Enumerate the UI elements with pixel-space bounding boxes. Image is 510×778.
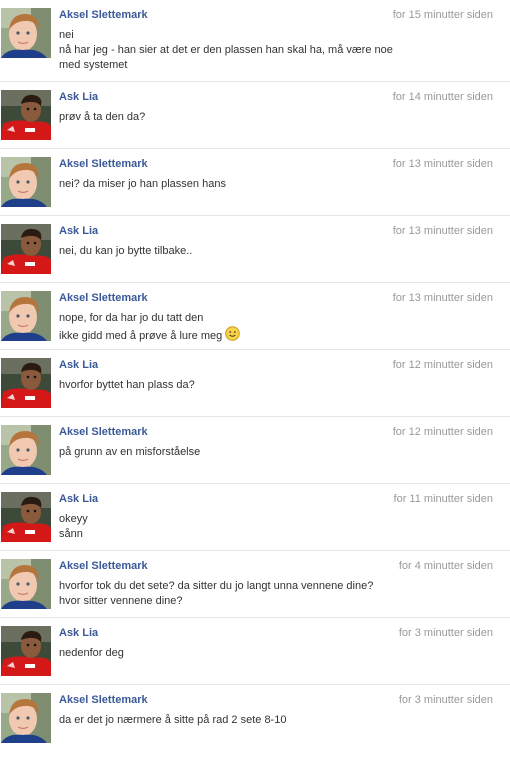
message-line: okeyy: [59, 512, 400, 527]
avatar[interactable]: [1, 626, 51, 676]
message-line: nå har jeg - han sier at det er den plas…: [59, 43, 400, 58]
message-body: da er det jo nærmere å sitte på rad 2 se…: [59, 713, 400, 728]
message-item: Ask Lia for 14 minutter siden prøv å ta de…: [0, 82, 510, 149]
author-name-link[interactable]: Aksel Slettemark: [59, 694, 148, 706]
message-line: hvorfor tok du det sete? da sitter du jo…: [59, 579, 400, 594]
message-item: Aksel Slettemark for 13 minutter siden nei…: [0, 149, 510, 216]
message-timestamp: for 4 minutter siden: [398, 560, 493, 572]
message-body: hvorfor tok du det sete? da sitter du jo…: [59, 579, 400, 609]
message-text: sånn: [59, 528, 83, 540]
message-timestamp: for 15 minutter siden: [392, 9, 493, 21]
author-name-link[interactable]: Aksel Slettemark: [59, 560, 148, 572]
message-item: Aksel Slettemark for 12 minutter siden på …: [0, 417, 510, 484]
message-item: Ask Lia for 3 minutter siden nedenfor deg: [0, 618, 510, 685]
message-timestamp: for 12 minutter siden: [392, 359, 493, 371]
message-line: nei, du kan jo bytte tilbake..: [59, 244, 400, 259]
message-item: Aksel Slettemark for 15 minutter siden nei…: [0, 0, 510, 82]
avatar[interactable]: [1, 358, 51, 408]
message-text: nå har jeg - han sier at det er den plas…: [59, 44, 393, 56]
message-timestamp: for 3 minutter siden: [398, 694, 493, 706]
message-line: nope, for da har jo du tatt den: [59, 311, 400, 326]
message-timestamp: for 12 minutter siden: [392, 426, 493, 438]
avatar[interactable]: [1, 425, 51, 475]
author-name-link[interactable]: Ask Lia: [59, 359, 98, 371]
message-timestamp: for 14 minutter siden: [392, 91, 493, 103]
message-body: nei nå har jeg - han sier at det er den p…: [59, 28, 400, 73]
message-text: nei? da miser jo han plassen hans: [59, 178, 226, 190]
author-name-link[interactable]: Ask Lia: [59, 91, 98, 103]
author-name-link[interactable]: Ask Lia: [59, 627, 98, 639]
avatar[interactable]: [1, 8, 51, 58]
message-line: hvorfor byttet han plass da?: [59, 378, 400, 393]
message-body: nope, for da har jo du tatt den ikke gidd…: [59, 311, 400, 346]
message-item: Ask Lia for 13 minutter siden nei, du kan …: [0, 216, 510, 283]
message-item: Ask Lia for 11 minutter siden okeyy sånn: [0, 484, 510, 551]
message-line: prøv å ta den da?: [59, 110, 400, 125]
message-text: prøv å ta den da?: [59, 111, 146, 123]
message-item: Ask Lia for 12 minutter siden hvorfor bytt…: [0, 350, 510, 417]
author-name-link[interactable]: Ask Lia: [59, 225, 98, 237]
author-name-link[interactable]: Aksel Slettemark: [59, 426, 148, 438]
message-timestamp: for 13 minutter siden: [392, 292, 493, 304]
message-body: prøv å ta den da?: [59, 110, 400, 125]
author-name-link[interactable]: Ask Lia: [59, 493, 98, 505]
message-body: nei? da miser jo han plassen hans: [59, 177, 400, 192]
message-timestamp: for 13 minutter siden: [392, 225, 493, 237]
message-item: Aksel Slettemark for 13 minutter siden nop…: [0, 283, 510, 350]
author-name-link[interactable]: Aksel Slettemark: [59, 292, 148, 304]
message-line: med systemet: [59, 58, 400, 73]
message-text: nedenfor deg: [59, 647, 124, 659]
message-text: okeyy: [59, 513, 88, 525]
avatar[interactable]: [1, 90, 51, 140]
message-text: ikke gidd med å prøve å lure meg: [59, 329, 223, 342]
message-line: nedenfor deg: [59, 646, 400, 661]
message-timestamp: for 13 minutter siden: [392, 158, 493, 170]
message-body: okeyy sånn: [59, 512, 400, 542]
message-text: nei: [59, 29, 74, 41]
message-text: hvor sitter vennene dine?: [59, 595, 183, 607]
message-line: hvor sitter vennene dine?: [59, 594, 400, 609]
author-name-link[interactable]: Aksel Slettemark: [59, 9, 148, 21]
avatar[interactable]: [1, 157, 51, 207]
message-text: nei, du kan jo bytte tilbake..: [59, 245, 193, 257]
author-name-link[interactable]: Aksel Slettemark: [59, 158, 148, 170]
message-item: Aksel Slettemark for 4 minutter siden hvor…: [0, 551, 510, 618]
smiley-icon: [225, 326, 241, 346]
message-body: på grunn av en misforståelse: [59, 445, 400, 460]
avatar[interactable]: [1, 559, 51, 609]
message-text: hvorfor tok du det sete? da sitter du jo…: [59, 580, 374, 592]
message-line: nei: [59, 28, 400, 43]
message-line: på grunn av en misforståelse: [59, 445, 400, 460]
avatar[interactable]: [1, 291, 51, 341]
message-text: hvorfor byttet han plass da?: [59, 379, 195, 391]
message-text: nope, for da har jo du tatt den: [59, 312, 204, 324]
message-line: nei? da miser jo han plassen hans: [59, 177, 400, 192]
message-item: Aksel Slettemark for 3 minutter siden da e…: [0, 685, 510, 752]
avatar[interactable]: [1, 492, 51, 542]
message-body: nedenfor deg: [59, 646, 400, 661]
message-text: da er det jo nærmere å sitte på rad 2 se…: [59, 714, 287, 726]
message-line: da er det jo nærmere å sitte på rad 2 se…: [59, 713, 400, 728]
message-thread: Aksel Slettemark for 15 minutter siden nei…: [0, 0, 510, 752]
avatar[interactable]: [1, 224, 51, 274]
message-text: med systemet: [59, 59, 128, 71]
message-timestamp: for 3 minutter siden: [398, 627, 493, 639]
message-body: nei, du kan jo bytte tilbake..: [59, 244, 400, 259]
message-timestamp: for 11 minutter siden: [393, 493, 493, 505]
message-body: hvorfor byttet han plass da?: [59, 378, 400, 393]
message-line: ikke gidd med å prøve å lure meg: [59, 326, 400, 346]
message-line: sånn: [59, 527, 400, 542]
message-text: på grunn av en misforståelse: [59, 446, 201, 458]
avatar[interactable]: [1, 693, 51, 743]
